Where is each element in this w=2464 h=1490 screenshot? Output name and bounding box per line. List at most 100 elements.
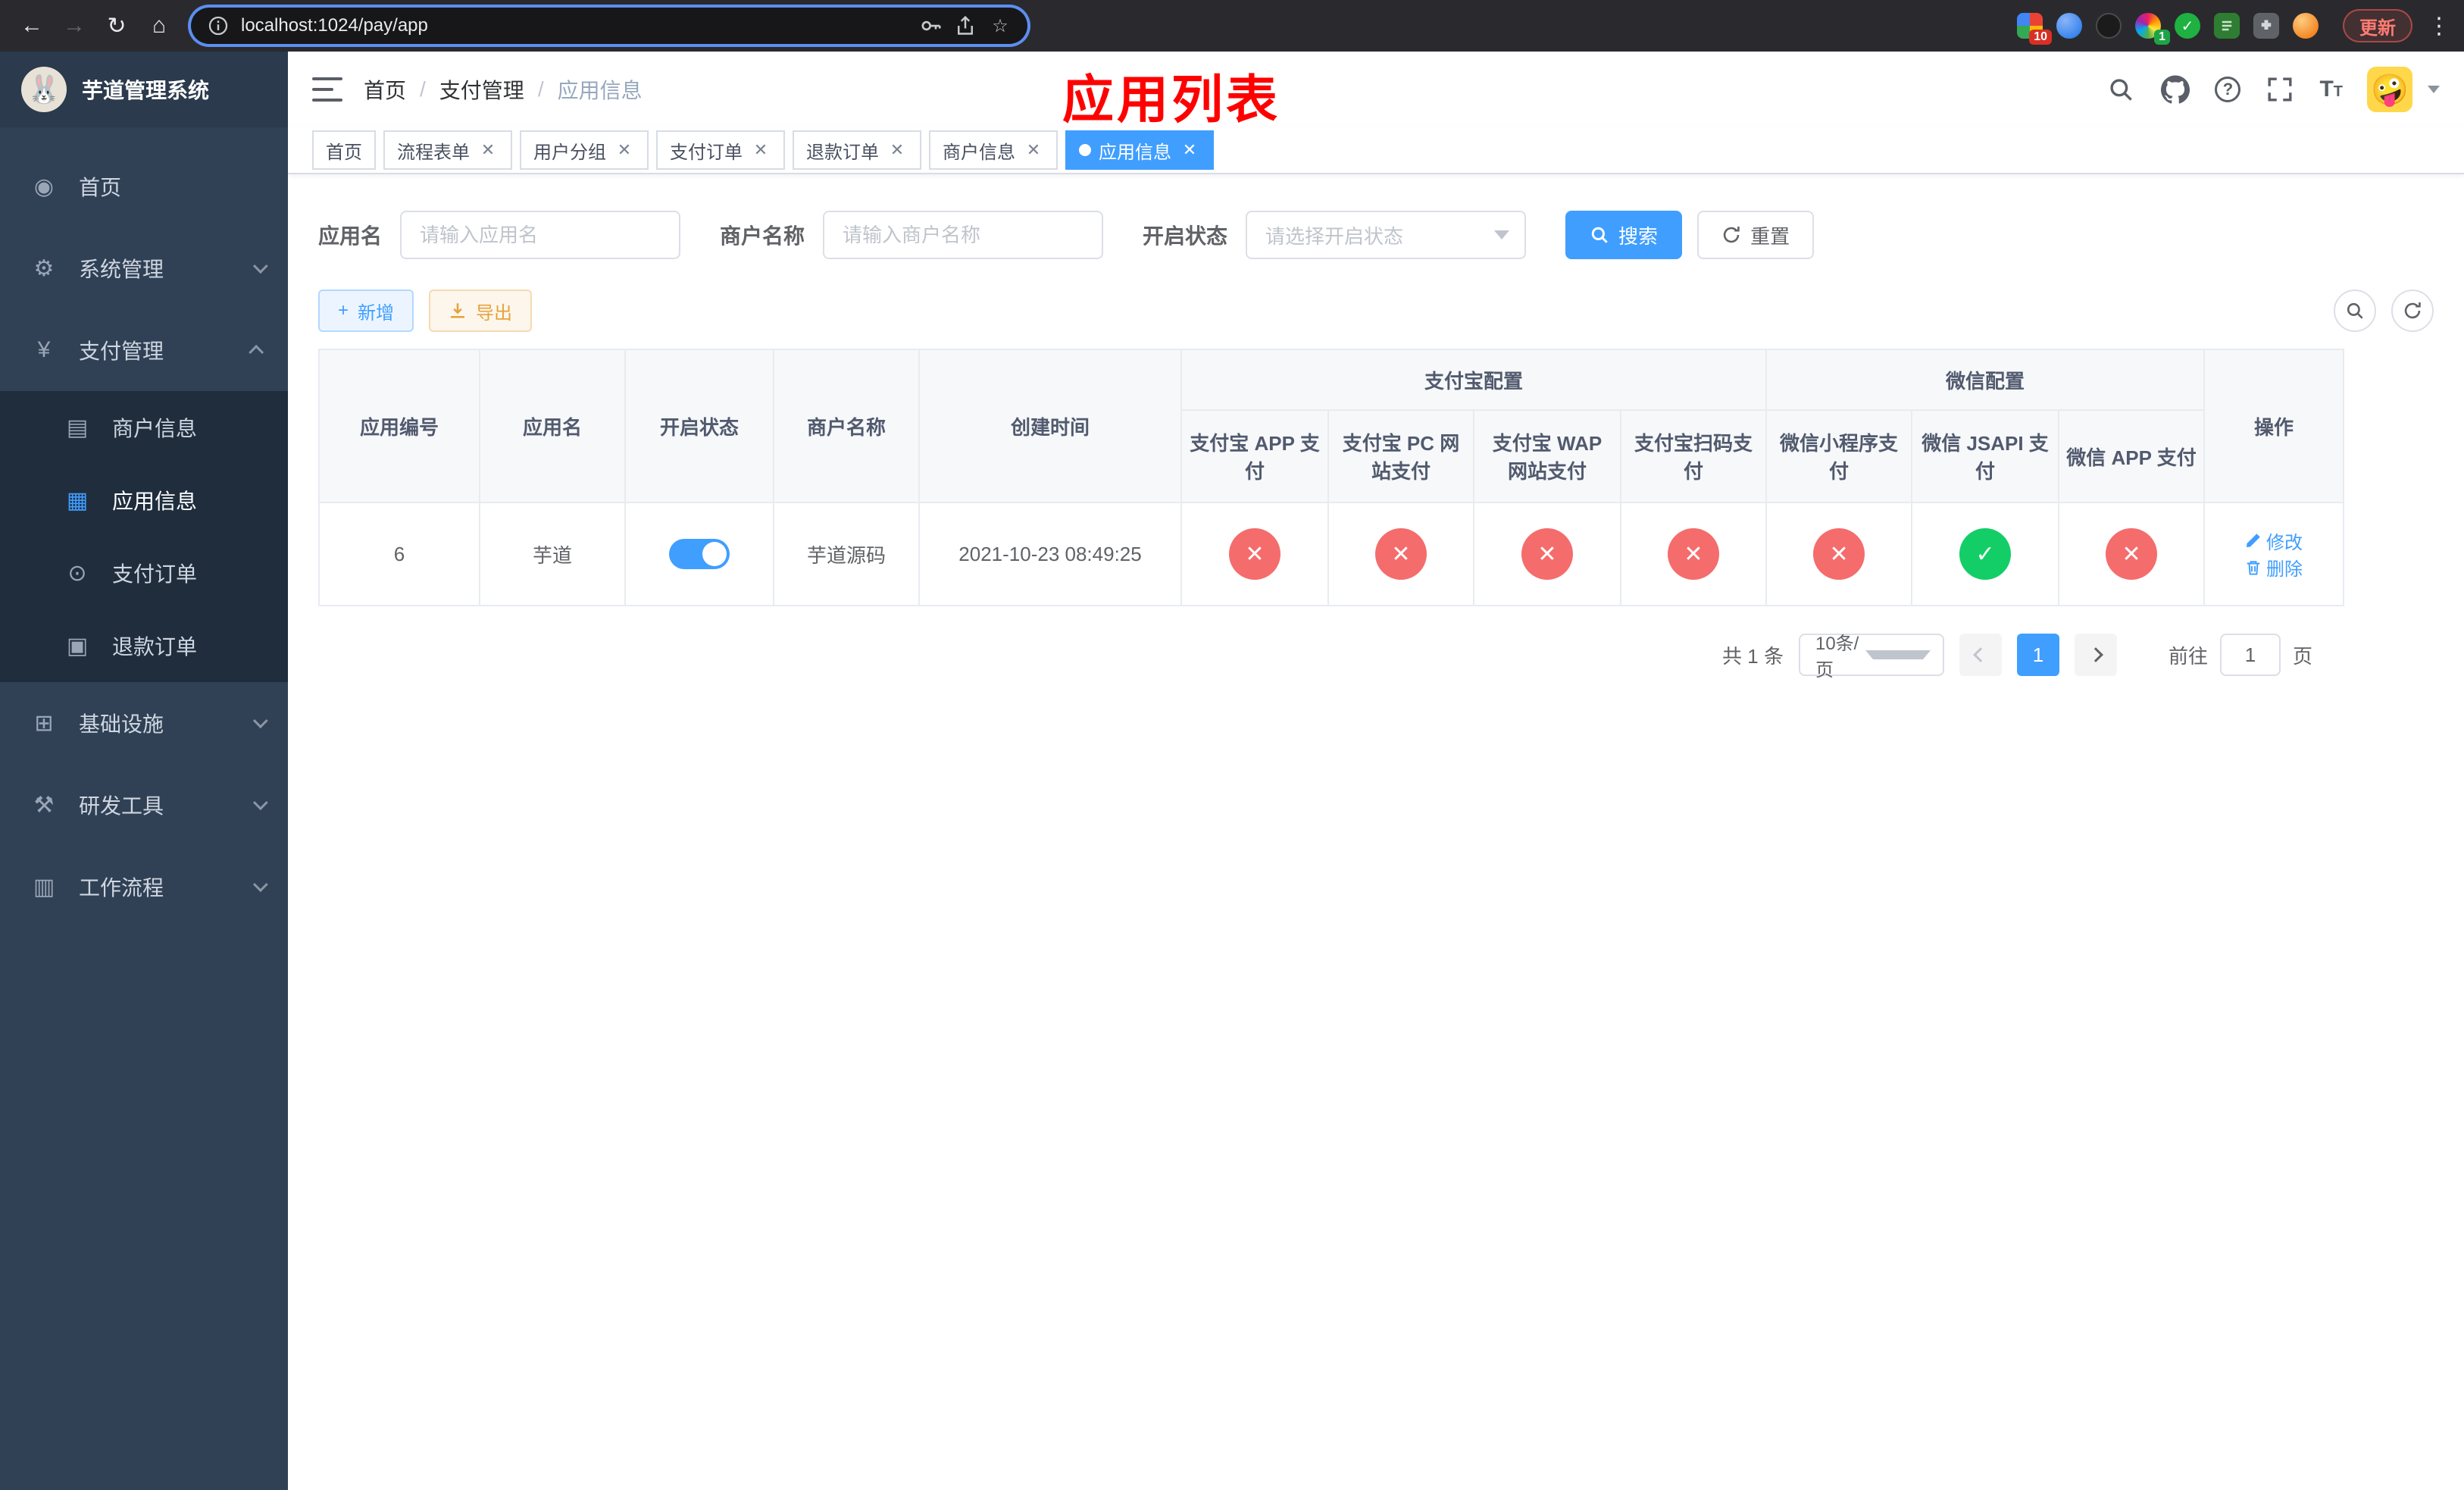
extension-drop-icon[interactable]: [2056, 13, 2082, 39]
header-search-icon[interactable]: [2106, 74, 2136, 105]
column-header-status: 开启状态: [624, 349, 774, 503]
tab-close-icon[interactable]: ✕: [614, 139, 635, 161]
goto-page-input[interactable]: [2219, 634, 2281, 676]
sidebar-item-label: 系统管理: [79, 258, 164, 281]
browser-update-button[interactable]: 更新: [2343, 9, 2412, 42]
browser-forward-button[interactable]: →: [58, 8, 91, 44]
tab-home[interactable]: 首页: [312, 130, 376, 170]
cell-alipay-app: ✕: [1180, 502, 1329, 606]
sidebar-item-workflow[interactable]: ▥ 工作流程: [0, 846, 288, 928]
tab-close-icon[interactable]: ✕: [477, 139, 499, 161]
avatar-caret-icon[interactable]: [2428, 86, 2440, 93]
filter-app-name: 应用名: [318, 211, 681, 259]
url-bar[interactable]: localhost:1024/pay/app ☆: [191, 8, 1027, 44]
app-name-input[interactable]: [400, 211, 681, 259]
sidebar-menu: ◉ 首页 ⚙ 系统管理 ¥ 支付管理 ▤ 商户信息 ▦ 应用信息 ⊙ 支付订单 …: [0, 127, 288, 928]
extension-check-icon[interactable]: ✓: [2175, 13, 2200, 39]
tab-close-icon[interactable]: ✕: [1179, 139, 1200, 161]
password-key-icon[interactable]: [918, 14, 943, 38]
sidebar-item-infrastructure[interactable]: ⊞ 基础设施: [0, 682, 288, 764]
github-icon[interactable]: [2160, 74, 2190, 105]
column-header-merchant: 商户名称: [773, 349, 920, 503]
tab-app-info[interactable]: 应用信息 ✕: [1065, 130, 1214, 170]
profile-avatar-icon[interactable]: [2293, 13, 2319, 39]
url-text[interactable]: localhost:1024/pay/app: [241, 15, 428, 36]
tab-close-icon[interactable]: ✕: [886, 139, 908, 161]
browser-back-button[interactable]: ←: [15, 8, 48, 44]
help-icon[interactable]: ?: [2215, 77, 2241, 102]
status-select[interactable]: 请选择开启状态: [1246, 211, 1527, 259]
toggle-search-button[interactable]: [2334, 290, 2376, 332]
status-badge: ✕: [2106, 528, 2158, 580]
next-page-button[interactable]: [2074, 634, 2117, 676]
page-size-select[interactable]: 10条/页: [1798, 634, 1944, 681]
breadcrumb-payment[interactable]: 支付管理: [439, 74, 524, 105]
column-header-alipay-app: 支付宝 APP 支付: [1180, 409, 1329, 503]
breadcrumb-home[interactable]: 首页: [364, 74, 406, 105]
reset-button[interactable]: 重置: [1697, 211, 1815, 259]
edit-link[interactable]: 修改: [2245, 527, 2303, 554]
tab-pay-order[interactable]: 支付订单 ✕: [656, 130, 785, 170]
page-number-button[interactable]: 1: [2016, 634, 2059, 676]
search-button[interactable]: 搜索: [1565, 211, 1683, 259]
browser-home-button[interactable]: ⌂: [142, 8, 176, 44]
font-size-icon[interactable]: TT: [2319, 77, 2343, 102]
sidebar-item-dev-tools[interactable]: ⚒ 研发工具: [0, 764, 288, 846]
status-badge: ✕: [1521, 528, 1573, 580]
chevron-down-icon: [252, 258, 268, 274]
app-logo-icon: 🐰: [21, 67, 67, 112]
tab-merchant-info[interactable]: 商户信息 ✕: [929, 130, 1058, 170]
sidebar-item-label: 首页: [79, 176, 122, 199]
delete-link[interactable]: 删除: [2245, 554, 2303, 581]
status-select-placeholder: 请选择开启状态: [1265, 224, 1404, 248]
document-icon: ▣: [66, 633, 89, 659]
sidebar-item-refund-order[interactable]: ▣ 退款订单: [0, 609, 288, 682]
status-badge: ✕: [1375, 528, 1427, 580]
extension-grid-icon[interactable]: 10: [2017, 13, 2052, 45]
workflow-icon: ▥: [33, 874, 55, 900]
sidebar-item-merchant-info[interactable]: ▤ 商户信息: [0, 391, 288, 464]
sidebar-item-home[interactable]: ◉ 首页: [0, 146, 288, 227]
sidebar-item-payment[interactable]: ¥ 支付管理: [0, 309, 288, 391]
tab-close-icon[interactable]: ✕: [1023, 139, 1044, 161]
search-icon: [1591, 227, 1608, 243]
tab-user-group[interactable]: 用户分组 ✕: [520, 130, 649, 170]
table-row: 6 芋道 芋道源码 2021-10-23 08:49:25 ✕ ✕ ✕ ✕ ✕ …: [318, 502, 2345, 606]
apps-table: 应用编号 应用名 开启状态 商户名称 创建时间 支付宝配置 微信配置 操作 支付…: [318, 349, 2345, 606]
extensions-puzzle-icon[interactable]: [2253, 13, 2279, 39]
sidebar-item-app-info[interactable]: ▦ 应用信息: [0, 464, 288, 537]
status-toggle[interactable]: [669, 539, 730, 569]
site-info-icon[interactable]: [206, 14, 230, 38]
goto-page-suffix: 页: [2292, 644, 2312, 668]
app-shell: 🐰 芋道管理系统 ◉ 首页 ⚙ 系统管理 ¥ 支付管理 ▤ 商户信息 ▦ 应用信…: [0, 52, 2464, 1490]
column-header-alipay-wap: 支付宝 WAP 网站支付: [1473, 409, 1621, 503]
column-header-wx-jsapi: 微信 JSAPI 支付: [1911, 409, 2060, 503]
app-logo-row[interactable]: 🐰 芋道管理系统: [0, 52, 288, 127]
tab-close-icon[interactable]: ✕: [750, 139, 771, 161]
tab-refund-order[interactable]: 退款订单 ✕: [793, 130, 921, 170]
browser-reload-button[interactable]: ↻: [100, 8, 133, 44]
merchant-name-input[interactable]: [823, 211, 1104, 259]
tab-process-form[interactable]: 流程表单 ✕: [383, 130, 512, 170]
extension-dark-icon[interactable]: [2096, 13, 2122, 39]
add-button[interactable]: + 新增: [318, 290, 414, 332]
export-button[interactable]: 导出: [429, 290, 533, 332]
column-header-alipay-pc: 支付宝 PC 网站支付: [1327, 409, 1474, 503]
merchant-name-label: 商户名称: [720, 224, 805, 248]
share-icon[interactable]: [953, 14, 977, 38]
refresh-table-button[interactable]: [2391, 290, 2434, 332]
sidebar-item-label: 工作流程: [79, 876, 164, 900]
browser-menu-icon[interactable]: ⋮: [2428, 13, 2450, 39]
extension-book-icon[interactable]: [2214, 13, 2240, 39]
fullscreen-icon[interactable]: [2265, 74, 2295, 105]
cell-alipay-pc: ✕: [1327, 502, 1474, 606]
trash-icon: [2247, 560, 2260, 574]
hamburger-icon[interactable]: [312, 77, 342, 102]
extension-rainbow-icon[interactable]: 1: [2135, 13, 2170, 45]
bookmark-star-icon[interactable]: ☆: [988, 14, 1012, 38]
sidebar-item-system[interactable]: ⚙ 系统管理: [0, 227, 288, 309]
prev-page-button[interactable]: [1959, 634, 2002, 676]
status-badge: ✓: [1959, 528, 2012, 580]
sidebar-item-pay-order[interactable]: ⊙ 支付订单: [0, 537, 288, 609]
user-avatar[interactable]: 🤪: [2367, 67, 2412, 112]
